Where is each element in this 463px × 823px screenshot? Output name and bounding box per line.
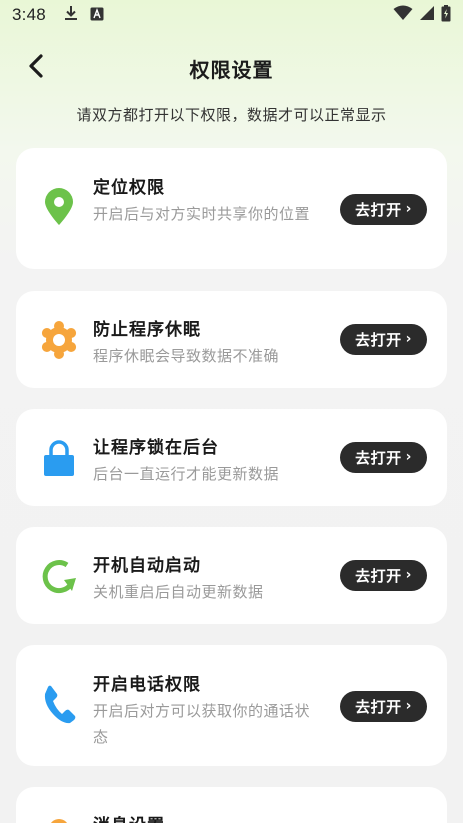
card-title: 开启电话权限	[93, 675, 201, 695]
card-desc: 开启后对方可以获取你的通话状态	[93, 702, 311, 746]
permission-card-location: 定位权限 开启后与对方实时共享你的位置 去打开 ›	[16, 148, 447, 269]
action-label: 去打开	[355, 331, 402, 349]
open-lock-background-button[interactable]: 去打开 ›	[340, 442, 427, 473]
permission-card-lock-background: 让程序锁在后台 后台一直运行才能更新数据 去打开 ›	[16, 409, 447, 506]
page-title: 权限设置	[189, 57, 274, 82]
open-prevent-sleep-button[interactable]: 去打开 ›	[340, 324, 427, 355]
refresh-icon	[40, 558, 78, 596]
card-title: 让程序锁在后台	[93, 438, 219, 458]
action-label: 去打开	[355, 567, 402, 585]
chevron-right-icon: ›	[405, 698, 412, 714]
permission-card-auto-start: 开机自动启动 关机重启后自动更新数据 去打开 ›	[16, 527, 447, 624]
card-title: 开机自动启动	[93, 556, 201, 576]
gear-icon	[40, 321, 78, 359]
card-desc: 后台一直运行才能更新数据	[93, 465, 280, 483]
chevron-right-icon: ›	[405, 567, 412, 583]
card-title: 消息设置	[93, 811, 165, 823]
chevron-right-icon: ›	[405, 449, 412, 465]
card-desc: 开启后与对方实时共享你的位置	[93, 205, 311, 223]
header: 权限设置	[0, 48, 463, 88]
download-icon	[64, 5, 78, 25]
action-label: 去打开	[355, 698, 402, 716]
permission-card-prevent-sleep: 防止程序休眠 程序休眠会导致数据不准确 去打开 ›	[16, 291, 447, 388]
open-auto-start-button[interactable]: 去打开 ›	[340, 560, 427, 591]
back-button[interactable]	[22, 54, 50, 82]
signal-icon	[419, 5, 435, 25]
open-location-button[interactable]: 去打开 ›	[340, 194, 427, 225]
action-label: 去打开	[355, 449, 402, 467]
location-pin-icon	[40, 188, 78, 226]
status-bar: 3:48	[0, 0, 463, 30]
back-arrow-icon	[28, 54, 44, 82]
phone-icon	[40, 685, 78, 724]
wifi-icon	[393, 5, 413, 25]
permission-card-messages: 消息设置	[16, 787, 447, 823]
subtitle: 请双方都打开以下权限，数据才可以正常显示	[76, 106, 387, 124]
card-desc: 程序休眠会导致数据不准确	[93, 347, 280, 365]
card-desc: 关机重启后自动更新数据	[93, 583, 264, 601]
card-title: 防止程序休眠	[93, 320, 201, 340]
chevron-right-icon: ›	[405, 201, 412, 217]
status-time: 3:48	[12, 5, 46, 24]
battery-icon	[441, 4, 451, 26]
lock-icon	[40, 439, 78, 477]
open-phone-button[interactable]: 去打开 ›	[340, 691, 427, 722]
action-label: 去打开	[355, 201, 402, 219]
chevron-right-icon: ›	[405, 331, 412, 347]
card-title: 定位权限	[93, 178, 165, 198]
bell-icon	[40, 815, 78, 823]
text-notification-icon	[90, 6, 104, 25]
permission-card-phone: 开启电话权限 开启后对方可以获取你的通话状态 去打开 ›	[16, 645, 447, 766]
